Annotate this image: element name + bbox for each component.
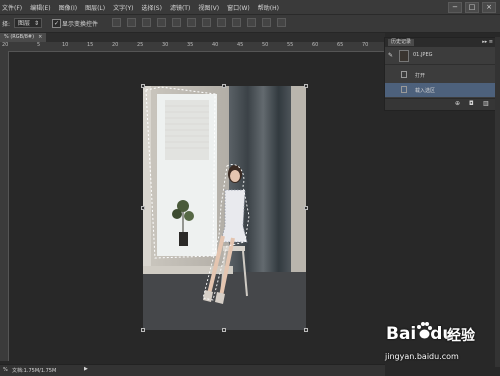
history-item-label: 载入选区 <box>415 88 436 94</box>
ruler-tick: 45 <box>237 42 244 48</box>
ruler-horizontal: 20 5 10 15 20 25 30 35 40 45 50 55 60 65… <box>0 42 385 52</box>
menu-edit[interactable]: 编辑(E) <box>30 3 50 12</box>
align-bottom-icon[interactable] <box>142 18 151 27</box>
history-state-icon <box>401 71 407 78</box>
transform-handle[interactable] <box>222 328 226 332</box>
baidu-jingyan-text: 经验 <box>447 328 475 344</box>
history-snapshot-row[interactable]: ✎ 01.JPEG <box>385 48 495 65</box>
status-menu-arrow-icon[interactable]: ▶ <box>84 366 88 372</box>
align-right-icon[interactable] <box>187 18 196 27</box>
ruler-tick: 30 <box>162 42 169 48</box>
distribute-hcenter-icon[interactable] <box>262 18 271 27</box>
snapshot-label: 01.JPEG <box>413 52 433 58</box>
transform-handle[interactable] <box>304 328 308 332</box>
align-tools <box>112 18 286 27</box>
show-transform-checkbox[interactable]: ✓ <box>52 19 61 28</box>
document-photo[interactable] <box>143 86 306 330</box>
menu-bar: 文件(F) 编辑(E) 图像(I) 图层(L) 文字(Y) 选择(S) 滤镜(T… <box>0 0 500 15</box>
panel-dock-strip <box>495 37 500 367</box>
snapshot-thumbnail <box>399 50 409 62</box>
distribute-vcenter-icon[interactable] <box>217 18 226 27</box>
maximize-button[interactable]: □ <box>465 2 479 13</box>
ruler-vertical <box>0 51 9 361</box>
photo-illustration <box>143 86 306 330</box>
panel-menu-icon[interactable]: ▸▸ ≡ <box>482 38 493 47</box>
align-top-icon[interactable] <box>112 18 121 27</box>
menu-layer[interactable]: 图层(L) <box>85 3 105 12</box>
menu-image[interactable]: 图像(I) <box>59 3 77 12</box>
align-left-icon[interactable] <box>157 18 166 27</box>
transform-handle[interactable] <box>304 206 308 210</box>
ruler-tick: 35 <box>187 42 194 48</box>
menu-view[interactable]: 视图(V) <box>198 3 219 12</box>
document-tab-label: % (RGB/8#) <box>4 34 35 40</box>
ruler-tick: 55 <box>287 42 294 48</box>
document-size: 文档:1.75M/1.75M <box>12 368 57 374</box>
ruler-tick: 70 <box>362 42 369 48</box>
menu-help[interactable]: 帮助(H) <box>258 3 279 12</box>
ruler-tick: 60 <box>312 42 319 48</box>
menu-select[interactable]: 选择(S) <box>141 3 162 12</box>
chevron-down-icon: ⇕ <box>33 20 39 27</box>
align-vcenter-icon[interactable] <box>127 18 136 27</box>
transform-handle[interactable] <box>222 84 226 88</box>
ruler-tick: 20 <box>112 42 119 48</box>
history-panel-footer: ⊕ ◘ ▥ <box>385 98 495 110</box>
history-item-open[interactable]: 打开 <box>385 68 495 82</box>
baidu-paw-icon <box>417 322 432 339</box>
ruler-tick: 20 <box>2 42 9 48</box>
new-document-from-state-icon[interactable]: ⊕ <box>455 100 460 107</box>
document-tab[interactable]: % (RGB/8#) × <box>0 33 47 42</box>
minimize-button[interactable]: − <box>448 2 462 13</box>
document-tab-bar: % (RGB/8#) × <box>0 33 385 42</box>
menu-window[interactable]: 窗口(W) <box>227 3 250 12</box>
menu-items: 文件(F) 编辑(E) 图像(I) 图层(L) 文字(Y) 选择(S) 滤镜(T… <box>2 0 287 14</box>
menu-filter[interactable]: 滤镜(T) <box>170 3 190 12</box>
create-snapshot-icon[interactable]: ◘ <box>469 100 474 107</box>
align-hcenter-icon[interactable] <box>172 18 181 27</box>
transform-handle[interactable] <box>141 328 145 332</box>
history-item-label: 打开 <box>415 73 426 79</box>
show-transform-label: 显示变换控件 <box>62 21 99 28</box>
ruler-tick: 15 <box>87 42 94 48</box>
status-bar: % 文档:1.75M/1.75M ▶ <box>0 364 385 376</box>
zoom-level[interactable]: % <box>3 367 8 373</box>
close-icon[interactable]: × <box>38 34 42 40</box>
baidu-watermark: Bai du 经验 jingyan.baidu.com <box>383 322 498 372</box>
history-item-load-selection[interactable]: 载入选区 <box>385 83 495 97</box>
history-panel: 历史记录 ▸▸ ≡ ✎ 01.JPEG 打开 载入选区 ⊕ ◘ ▥ <box>384 37 496 111</box>
ruler-tick: 65 <box>337 42 344 48</box>
baidu-jingyan-url: jingyan.baidu.com <box>385 352 459 361</box>
transform-handle[interactable] <box>141 84 145 88</box>
ruler-tick: 10 <box>62 42 69 48</box>
menu-file[interactable]: 文件(F) <box>2 3 22 12</box>
ruler-tick: 40 <box>212 42 219 48</box>
close-window-button[interactable]: × <box>482 2 496 13</box>
brush-source-icon[interactable]: ✎ <box>388 52 393 59</box>
options-bar: 择: 图层 ⇕ ✓ 显示变换控件 <box>0 15 500 33</box>
distribute-right-icon[interactable] <box>277 18 286 27</box>
layer-select-value: 图层 <box>18 20 31 27</box>
menu-type[interactable]: 文字(Y) <box>113 3 133 12</box>
delete-state-icon[interactable]: ▥ <box>483 100 489 107</box>
transform-handle[interactable] <box>141 206 145 210</box>
layer-select[interactable]: 图层 ⇕ <box>14 18 42 28</box>
auto-select-label: 择: <box>2 21 11 28</box>
transform-handle[interactable] <box>304 84 308 88</box>
history-panel-header: 历史记录 ▸▸ ≡ <box>385 38 495 47</box>
distribute-left-icon[interactable] <box>247 18 256 27</box>
ruler-tick: 25 <box>137 42 144 48</box>
window-controls: − □ × <box>448 2 496 13</box>
ruler-tick: 5 <box>37 42 41 48</box>
history-panel-title[interactable]: 历史记录 <box>388 39 415 46</box>
history-state-icon <box>401 86 407 93</box>
distribute-bottom-icon[interactable] <box>232 18 241 27</box>
ruler-tick: 50 <box>262 42 269 48</box>
distribute-top-icon[interactable] <box>202 18 211 27</box>
